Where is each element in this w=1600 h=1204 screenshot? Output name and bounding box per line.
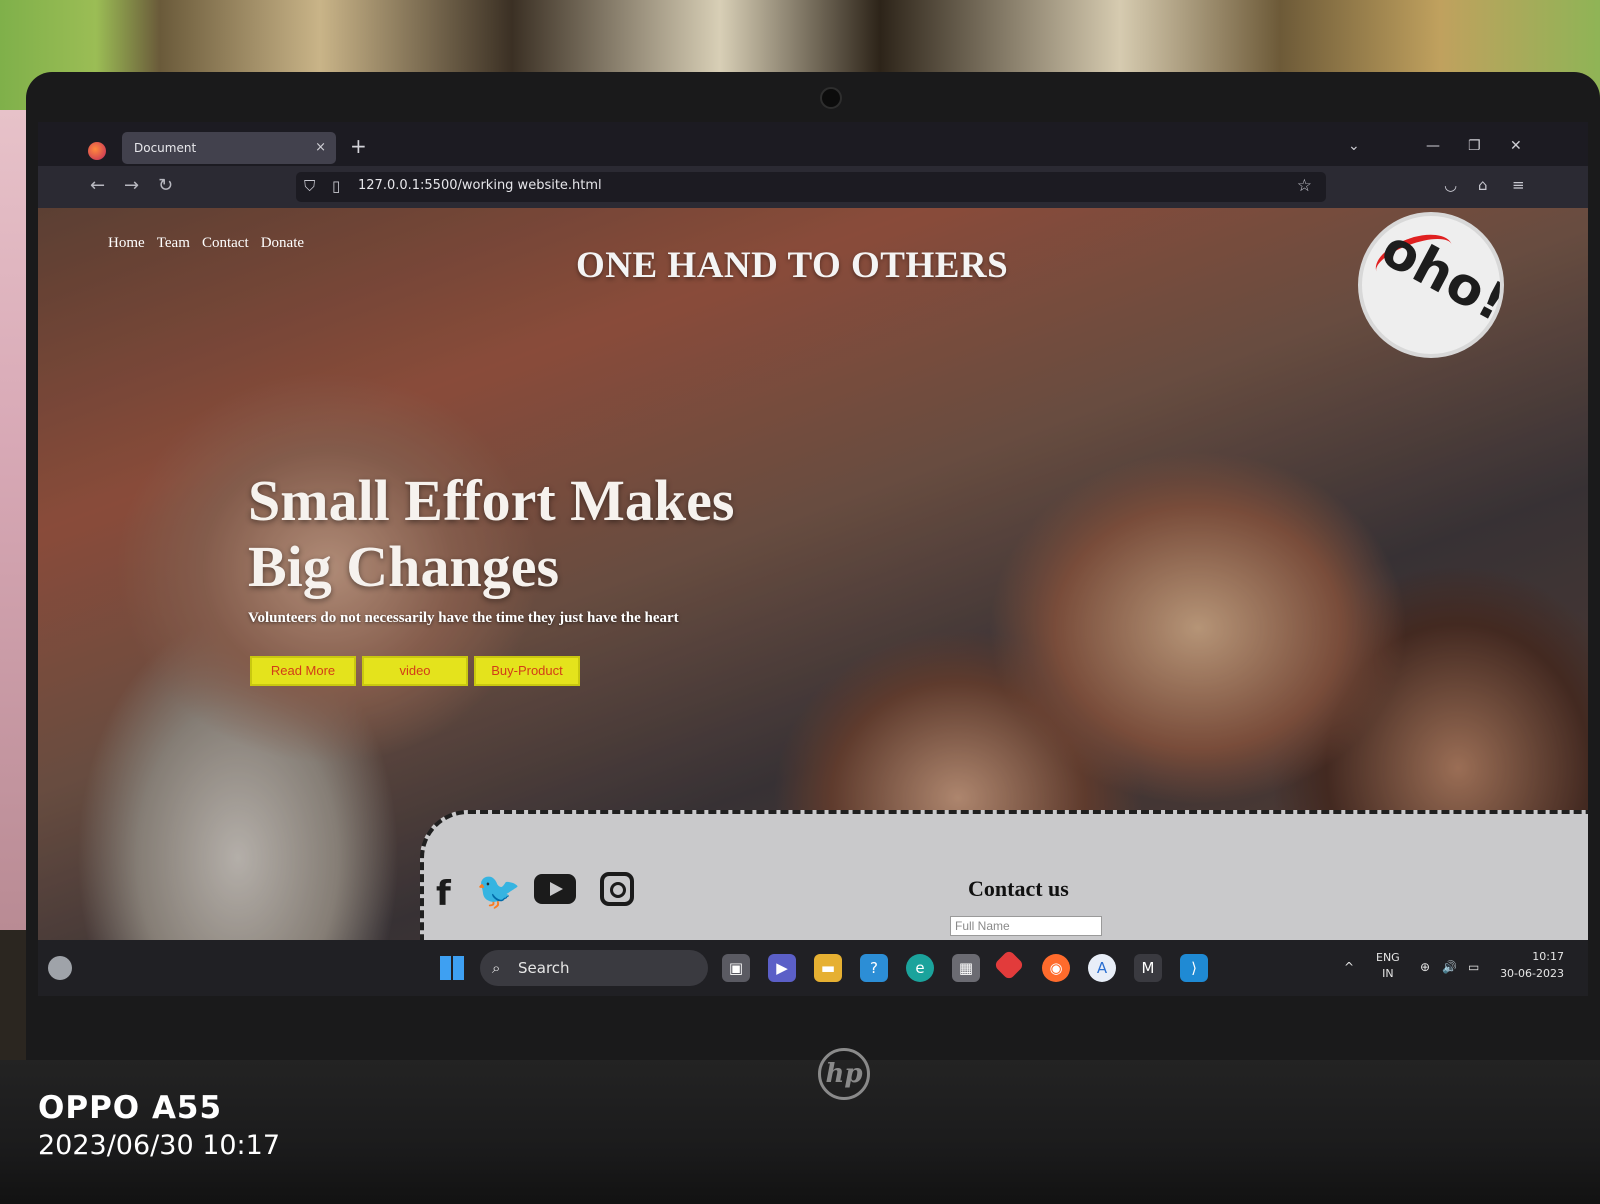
lang-line-1: ENG xyxy=(1376,951,1400,964)
menu-icon[interactable]: ≡ xyxy=(1512,176,1525,194)
contact-title: Contact us xyxy=(968,876,1069,901)
contact-panel: f 🐦 Contact us xyxy=(420,810,1588,940)
git-icon[interactable] xyxy=(993,949,1025,981)
language-indicator[interactable]: ENG IN xyxy=(1376,950,1400,982)
nav-team-link[interactable]: Team xyxy=(157,235,190,251)
vscode-icon[interactable]: ⟩ xyxy=(1180,954,1208,982)
list-tabs-icon[interactable]: ⌄ xyxy=(1348,138,1360,154)
search-icon: ⌕ xyxy=(492,959,501,977)
weather-icon[interactable] xyxy=(48,956,72,980)
clock-date: 30-06-2023 xyxy=(1500,967,1564,980)
browser-nav-bar: ← → ↻ ⛉ ▯ 127.0.0.1:5500/working website… xyxy=(38,166,1588,208)
tab-title: Document xyxy=(134,141,197,155)
lang-line-2: IN xyxy=(1382,967,1394,980)
camera-brand: OPPO A55 xyxy=(38,1090,223,1126)
clock[interactable]: 10:17 30-06-2023 xyxy=(1498,948,1564,982)
network-icon[interactable]: ⊕ xyxy=(1420,960,1430,974)
youtube-icon[interactable] xyxy=(534,874,576,904)
start-icon[interactable] xyxy=(440,956,464,980)
page-icon[interactable]: ▯ xyxy=(332,177,340,195)
windows-taskbar: ⌕ Search ▣ ▶ ▬ ? e ▦ ◉ A M ⟩ ^ ENG IN ⊕ … xyxy=(38,940,1588,996)
monitor-app-icon[interactable]: M xyxy=(1134,954,1162,982)
laptop-screen: Document × + ⌄ — ❐ ✕ ← → ↻ ⛉ ▯ 127.0.0.1… xyxy=(38,122,1588,996)
nav-donate-link[interactable]: Donate xyxy=(261,235,304,251)
browser-tab[interactable]: Document × xyxy=(122,132,336,164)
chat-icon[interactable]: ▶ xyxy=(768,954,796,982)
battery-icon[interactable]: ▭ xyxy=(1468,960,1479,974)
clock-time: 10:17 xyxy=(1532,950,1564,963)
twitter-icon[interactable]: 🐦 xyxy=(476,870,521,912)
web-page: Home Team Contact Donate ONE HAND TO OTH… xyxy=(38,208,1588,940)
site-title: ONE HAND TO OTHERS xyxy=(576,245,1009,286)
full-name-input[interactable] xyxy=(950,916,1102,936)
address-bar[interactable]: ⛉ ▯ 127.0.0.1:5500/working website.html … xyxy=(296,172,1326,202)
camera-watermark: OPPO A55 2023/06/30 10:17 xyxy=(38,1090,280,1161)
hero-subtitle: Volunteers do not necessarily have the t… xyxy=(248,610,679,626)
tab-close-icon[interactable]: × xyxy=(315,132,326,164)
instagram-icon[interactable] xyxy=(600,872,634,906)
forward-arrow-icon[interactable]: → xyxy=(124,175,139,196)
new-tab-button[interactable]: + xyxy=(350,134,367,158)
edge-icon[interactable]: e xyxy=(906,954,934,982)
read-more-button[interactable]: Read More xyxy=(250,656,356,686)
firefox-taskbar-icon[interactable]: ◉ xyxy=(1042,954,1070,982)
file-explorer-icon[interactable]: ▬ xyxy=(814,954,842,982)
hero-heading: Small Effort Makes Big Changes xyxy=(248,468,735,600)
reload-icon[interactable]: ↻ xyxy=(158,175,173,196)
restore-button[interactable]: ❐ xyxy=(1468,138,1481,154)
search-label: Search xyxy=(518,959,570,977)
video-button[interactable]: video xyxy=(362,656,468,686)
minimize-button[interactable]: — xyxy=(1426,138,1440,154)
tray-chevron-icon[interactable]: ^ xyxy=(1344,960,1354,974)
back-arrow-icon[interactable]: ← xyxy=(90,175,105,196)
hero-line-1: Small Effort Makes xyxy=(248,468,735,533)
help-icon[interactable]: ? xyxy=(860,954,888,982)
close-window-button[interactable]: ✕ xyxy=(1510,138,1522,154)
app-store-icon[interactable]: A xyxy=(1088,954,1116,982)
buy-product-button[interactable]: Buy-Product xyxy=(474,656,580,686)
extensions-icon[interactable]: ⌂ xyxy=(1478,176,1488,194)
task-view-icon[interactable]: ▣ xyxy=(722,954,750,982)
firefox-icon xyxy=(88,142,106,160)
webcam xyxy=(820,87,842,109)
nav-home-link[interactable]: Home xyxy=(108,235,145,251)
taskbar-search[interactable]: ⌕ Search xyxy=(480,950,708,986)
hp-logo: hp xyxy=(818,1048,870,1100)
url-text[interactable]: 127.0.0.1:5500/working website.html xyxy=(358,178,602,193)
facebook-icon[interactable]: f xyxy=(436,874,451,914)
bookmark-star-icon[interactable]: ☆ xyxy=(1297,176,1312,196)
site-nav: Home Team Contact Donate xyxy=(108,232,311,252)
pocket-icon[interactable]: ◡ xyxy=(1444,176,1457,194)
oho-logo: oho! xyxy=(1358,212,1504,358)
volume-icon[interactable]: 🔊 xyxy=(1442,960,1457,974)
hero-line-2: Big Changes xyxy=(248,534,560,599)
photo-timestamp: 2023/06/30 10:17 xyxy=(38,1130,281,1161)
nav-contact-link[interactable]: Contact xyxy=(202,235,249,251)
store-icon[interactable]: ▦ xyxy=(952,954,980,982)
browser-tab-bar: Document × + ⌄ — ❐ ✕ xyxy=(38,122,1588,166)
shield-icon[interactable]: ⛉ xyxy=(304,177,315,195)
